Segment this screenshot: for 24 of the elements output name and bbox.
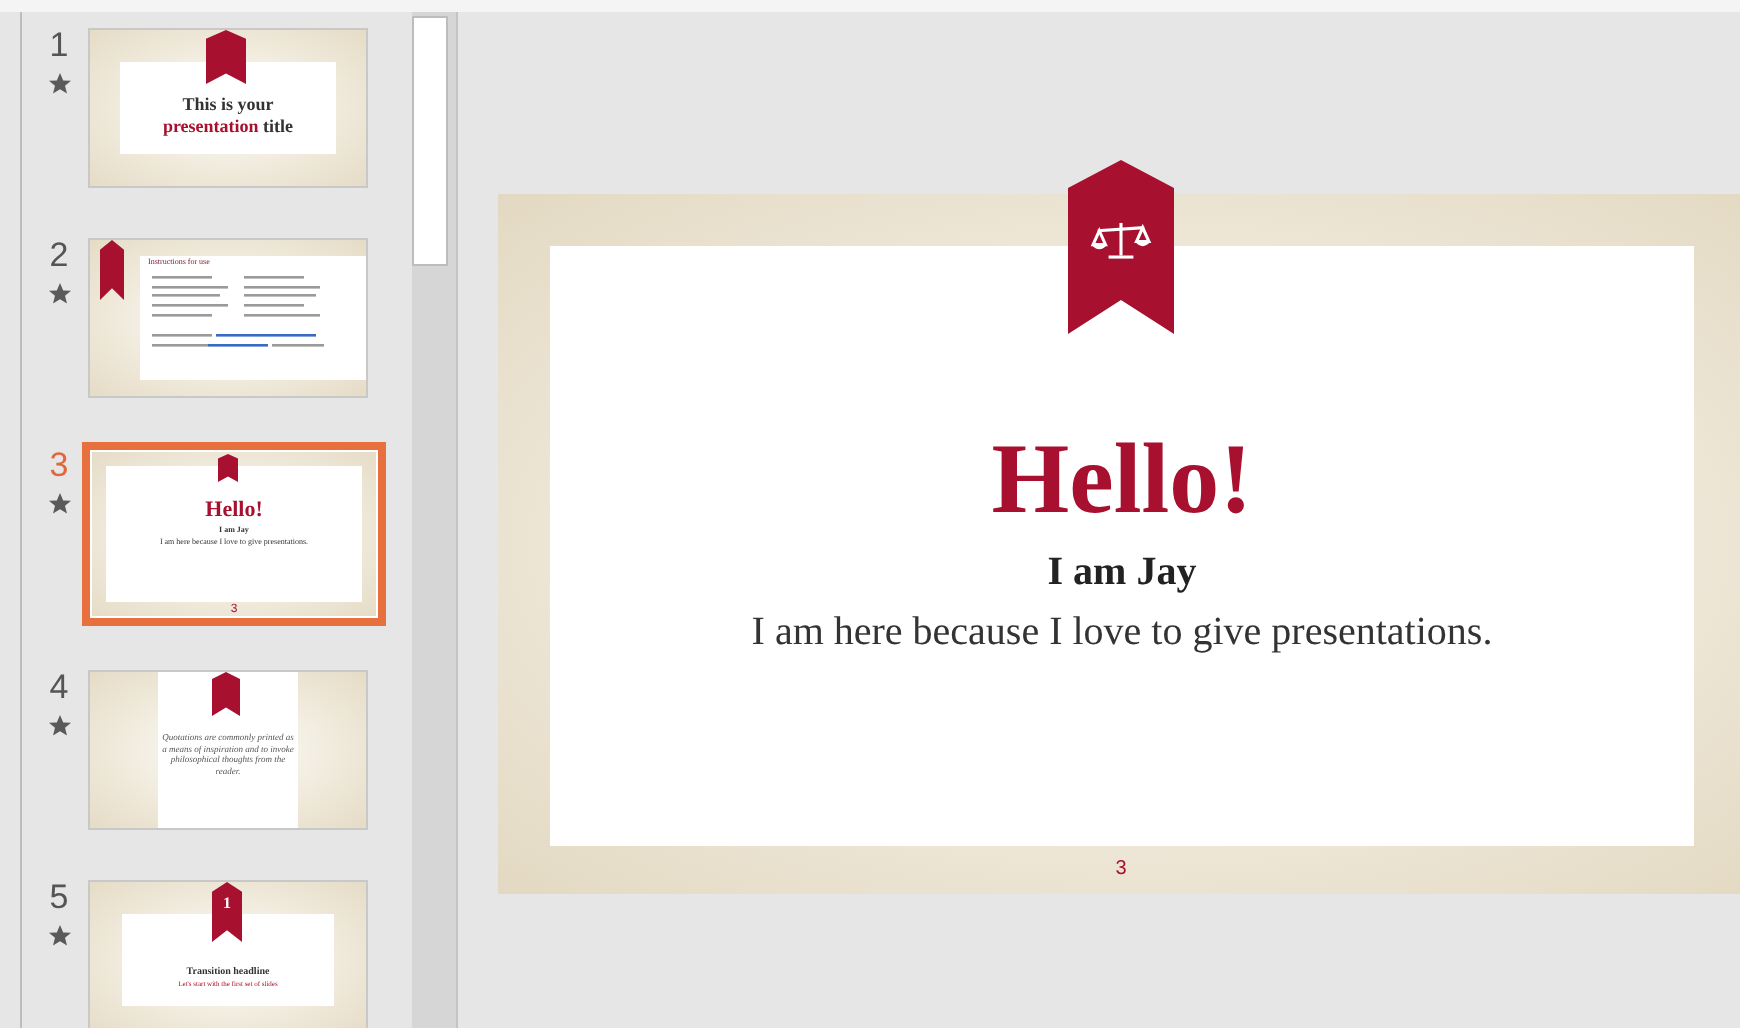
slide-number: 5 [49, 880, 69, 916]
slide-thumbnail[interactable]: This is your presentation title [88, 28, 368, 188]
ribbon-icon [212, 882, 242, 942]
star-icon [47, 492, 71, 516]
section-number: 1 [221, 894, 233, 914]
ribbon-icon [218, 454, 238, 482]
slide-number: 2 [49, 238, 69, 274]
star-icon [47, 282, 71, 306]
slide-title: Hello! [205, 498, 263, 524]
ribbon-icon [100, 240, 124, 300]
page-number: 3 [1113, 858, 1129, 882]
slide-number: 4 [49, 670, 69, 706]
ribbon-icon [212, 672, 240, 716]
star-icon [47, 72, 71, 96]
ribbon-icon [206, 30, 246, 84]
slide-text: I am here because I love to give presentations. [751, 608, 1493, 658]
slide-number: 1 [49, 28, 69, 64]
slide-subtitle: I am Jay [1047, 548, 1197, 598]
slide-number: 3 [49, 448, 69, 484]
scrollbar-thumb[interactable] [412, 16, 448, 266]
slide-title: This is your presentation title [162, 94, 294, 138]
slide-title: Hello! [991, 420, 1253, 538]
star-icon [47, 714, 71, 738]
star-icon [47, 924, 71, 948]
